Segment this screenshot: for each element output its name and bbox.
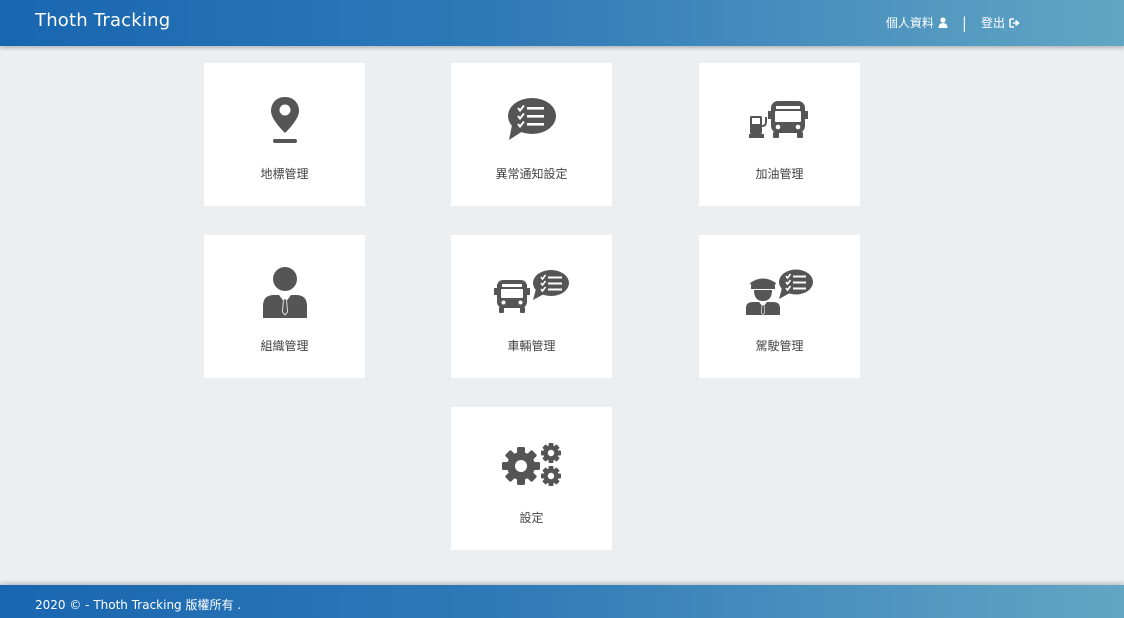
menu-card-label: 駕駛管理 (755, 339, 804, 353)
footer-bar: 2020 © - Thoth Tracking 版權所有 . (0, 585, 1124, 618)
profile-link[interactable]: 個人資料 (886, 14, 948, 31)
brand-title[interactable]: Thoth Tracking (35, 10, 170, 31)
map-marker-icon (204, 92, 365, 148)
gears-icon (451, 436, 612, 492)
user-icon (938, 17, 948, 28)
menu-card-label: 組織管理 (260, 339, 309, 353)
menu-card-driver[interactable]: 駕駛管理 (699, 235, 860, 378)
top-navbar: Thoth Tracking 個人資料 | 登出 (0, 0, 1124, 46)
nav-separator: | (961, 13, 967, 32)
logout-link[interactable]: 登出 (981, 14, 1020, 31)
menu-card-alert-settings[interactable]: 異常通知設定 (451, 63, 612, 206)
profile-label: 個人資料 (885, 16, 934, 30)
menu-card-settings[interactable]: 設定 (451, 407, 612, 550)
menu-card-vehicle[interactable]: 車輛管理 (451, 235, 612, 378)
menu-card-landmark[interactable]: 地標管理 (204, 63, 365, 206)
menu-card-label: 設定 (519, 511, 544, 525)
menu-card-label: 加油管理 (755, 167, 804, 181)
menu-card-label: 車輛管理 (507, 339, 556, 353)
chat-checklist-icon (451, 92, 612, 148)
menu-card-label: 地標管理 (260, 167, 309, 181)
fuel-bus-icon (699, 92, 860, 148)
driver-chat-icon (699, 264, 860, 320)
footer-copyright: 2020 © - Thoth Tracking 版權所有 . (35, 598, 242, 612)
menu-card-organization[interactable]: 組織管理 (204, 235, 365, 378)
menu-card-fuel[interactable]: 加油管理 (699, 63, 860, 206)
menu-card-label: 異常通知設定 (495, 167, 568, 181)
top-nav: 個人資料 | 登出 (886, 14, 1020, 31)
logout-label: 登出 (980, 16, 1005, 30)
sign-out-icon (1009, 17, 1020, 28)
person-tie-icon (204, 264, 365, 320)
bus-chat-icon (451, 264, 612, 320)
